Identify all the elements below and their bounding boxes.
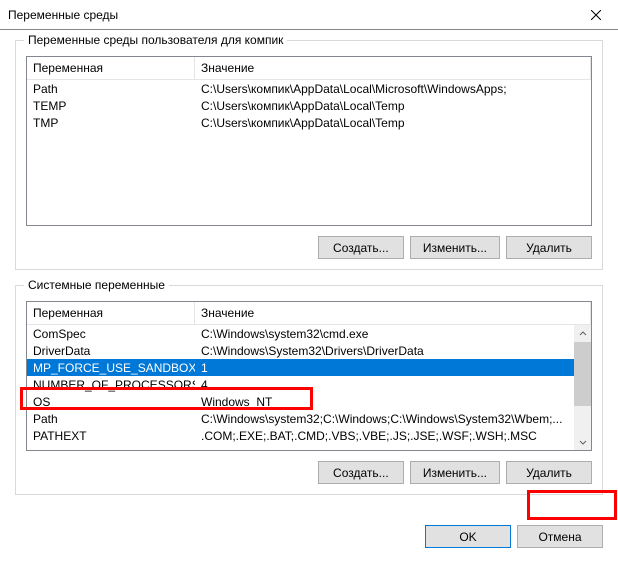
user-variables-table[interactable]: Переменная Значение PathC:\Users\компик\… <box>26 56 592 226</box>
user-delete-button[interactable]: Удалить <box>506 236 592 259</box>
table-row[interactable]: OSWindows_NT <box>27 393 574 410</box>
cell-value: .COM;.EXE;.BAT;.CMD;.VBS;.VBE;.JS;.JSE;.… <box>195 429 574 443</box>
system-button-row: Создать... Изменить... Удалить <box>26 461 592 484</box>
cell-name: MP_FORCE_USE_SANDBOX <box>27 361 195 375</box>
user-variables-group: Переменные среды пользователя для компик… <box>15 40 603 270</box>
user-button-row: Создать... Изменить... Удалить <box>26 236 592 259</box>
header-value[interactable]: Значение <box>195 302 591 324</box>
cell-name: NUMBER_OF_PROCESSORS <box>27 378 195 392</box>
cell-name: Path <box>27 412 195 426</box>
chevron-up-icon <box>579 330 587 338</box>
cancel-button[interactable]: Отмена <box>517 525 603 548</box>
close-button[interactable] <box>573 0 618 30</box>
cell-value: C:\Users\компик\AppData\Local\Temp <box>195 116 591 130</box>
cell-name: DriverData <box>27 344 195 358</box>
close-icon <box>591 10 601 20</box>
cell-name: OS <box>27 395 195 409</box>
table-row[interactable]: DriverDataC:\Windows\System32\Drivers\Dr… <box>27 342 574 359</box>
user-group-title: Переменные среды пользователя для компик <box>24 33 287 47</box>
table-header: Переменная Значение <box>27 302 591 325</box>
cell-value: C:\Windows\system32\cmd.exe <box>195 327 574 341</box>
table-row[interactable]: TMPC:\Users\компик\AppData\Local\Temp <box>27 114 591 131</box>
titlebar: Переменные среды <box>0 0 618 30</box>
cell-value: 4 <box>195 378 574 392</box>
user-table-body: PathC:\Users\компик\AppData\Local\Micros… <box>27 80 591 131</box>
header-name[interactable]: Переменная <box>27 57 195 79</box>
cell-name: Path <box>27 82 195 96</box>
table-row[interactable]: PathC:\Users\компик\AppData\Local\Micros… <box>27 80 591 97</box>
system-table-body: ComSpecC:\Windows\system32\cmd.exeDriver… <box>27 325 574 444</box>
system-variables-group: Системные переменные Переменная Значение… <box>15 285 603 495</box>
vertical-scrollbar[interactable] <box>574 325 591 450</box>
cell-value: 1 <box>195 361 574 375</box>
table-header: Переменная Значение <box>27 57 591 80</box>
chevron-down-icon <box>579 438 587 446</box>
cell-value: C:\Users\компик\AppData\Local\Microsoft\… <box>195 82 591 96</box>
scroll-up-button[interactable] <box>574 325 591 342</box>
header-value[interactable]: Значение <box>195 57 591 79</box>
cell-name: ComSpec <box>27 327 195 341</box>
table-row[interactable]: MP_FORCE_USE_SANDBOX1 <box>27 359 574 376</box>
table-row[interactable]: ComSpecC:\Windows\system32\cmd.exe <box>27 325 574 342</box>
cell-value: Windows_NT <box>195 395 574 409</box>
cell-value: C:\Windows\System32\Drivers\DriverData <box>195 344 574 358</box>
table-row[interactable]: TEMPC:\Users\компик\AppData\Local\Temp <box>27 97 591 114</box>
user-edit-button[interactable]: Изменить... <box>410 236 500 259</box>
system-delete-button[interactable]: Удалить <box>506 461 592 484</box>
cell-value: C:\Users\компик\AppData\Local\Temp <box>195 99 591 113</box>
user-new-button[interactable]: Создать... <box>318 236 404 259</box>
scrollbar-thumb[interactable] <box>574 342 591 406</box>
system-edit-button[interactable]: Изменить... <box>410 461 500 484</box>
window-title: Переменные среды <box>8 8 573 22</box>
cell-name: PATHEXT <box>27 429 195 443</box>
ok-button[interactable]: OK <box>425 525 511 548</box>
cell-value: C:\Windows\system32;C:\Windows;C:\Window… <box>195 412 574 426</box>
scrollbar-track[interactable] <box>574 342 591 433</box>
dialog-content: Переменные среды пользователя для компик… <box>0 30 618 520</box>
cell-name: TMP <box>27 116 195 130</box>
cell-name: TEMP <box>27 99 195 113</box>
scroll-down-button[interactable] <box>574 433 591 450</box>
header-name[interactable]: Переменная <box>27 302 195 324</box>
table-row[interactable]: PATHEXT.COM;.EXE;.BAT;.CMD;.VBS;.VBE;.JS… <box>27 427 574 444</box>
system-variables-table[interactable]: Переменная Значение ComSpecC:\Windows\sy… <box>26 301 592 451</box>
table-row[interactable]: NUMBER_OF_PROCESSORS4 <box>27 376 574 393</box>
dialog-button-row: OK Отмена <box>0 525 618 548</box>
system-group-title: Системные переменные <box>24 278 169 292</box>
system-new-button[interactable]: Создать... <box>318 461 404 484</box>
table-row[interactable]: PathC:\Windows\system32;C:\Windows;C:\Wi… <box>27 410 574 427</box>
